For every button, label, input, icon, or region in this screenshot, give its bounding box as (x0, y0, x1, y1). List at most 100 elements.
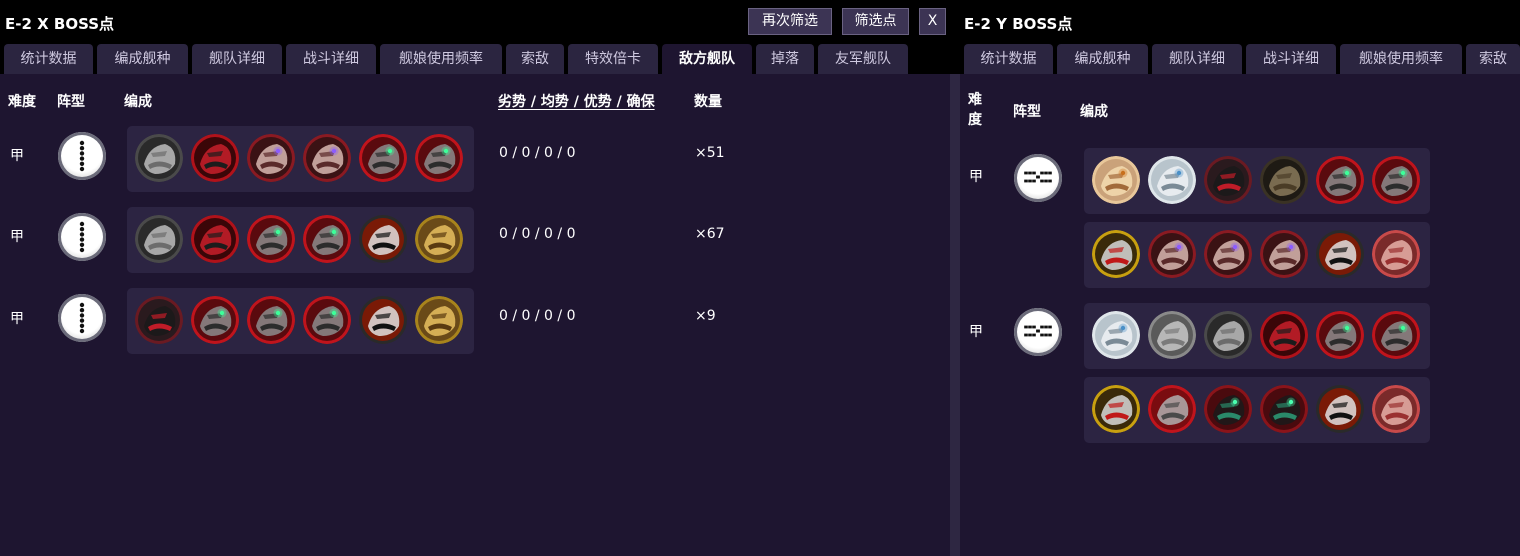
abyssal-maw-purple-eye-icon[interactable] (1204, 230, 1252, 278)
abyssal-yellow-black-icon[interactable] (1092, 385, 1140, 433)
count-cell: ×67 (695, 226, 725, 242)
line-ahead-icon (58, 294, 106, 342)
abyssal-red-shard-icon[interactable] (1372, 385, 1420, 433)
tab-stats[interactable]: 统计数据 (4, 44, 93, 74)
abyssal-dark-teal-icon[interactable] (1204, 385, 1252, 433)
ratio-cell: 0 / 0 / 0 / 0 (499, 308, 576, 324)
filter-point-button[interactable]: 筛选点 (842, 8, 909, 35)
tab-friend-fleet[interactable]: 友军舰队 (818, 44, 908, 74)
abyssal-red-green-eye-icon[interactable] (247, 215, 295, 263)
tab-bonus[interactable]: 特效倍卡 (568, 44, 658, 74)
abyssal-maw-purple-eye-icon[interactable] (303, 134, 351, 182)
white-hair-girl-icon[interactable] (1148, 156, 1196, 204)
boss-y-panel: E-2 Y BOSS点 统计数据 编成舰种 舰队详细 战斗详细 舰娘使用频率 索… (960, 0, 1520, 556)
boss-y-titlebar: E-2 Y BOSS点 (960, 0, 1520, 44)
abyssal-red-helmet-icon[interactable] (191, 134, 239, 182)
abyssal-dark-girl-icon[interactable] (1204, 156, 1252, 204)
abyssal-yellow-black-icon[interactable] (1092, 230, 1140, 278)
difficulty-cell: 甲 (10, 148, 24, 164)
tab-stats[interactable]: 统计数据 (964, 44, 1053, 74)
main-fleet-card (1084, 303, 1430, 369)
count-cell: ×51 (695, 145, 725, 161)
tab-usage-rate[interactable]: 舰娘使用频率 (1340, 44, 1462, 74)
abyssal-red-shard-icon[interactable] (1372, 230, 1420, 278)
white-hair-girl-icon[interactable] (1092, 311, 1140, 359)
line-ahead-icon (58, 213, 106, 261)
header-formation: 阵型 (57, 94, 85, 110)
abyssal-gold-claw-icon[interactable] (415, 296, 463, 344)
boss-y-content: 难 度 阵型 编成 甲 甲 (960, 74, 1520, 556)
escort-fleet-card (1084, 377, 1430, 443)
abyssal-black-fire-icon[interactable] (359, 215, 407, 263)
boss-x-panel: E-2 X BOSS点 再次筛选 筛选点 X 统计数据 编成舰种 舰队详细 战斗… (0, 0, 950, 556)
refilter-button[interactable]: 再次筛选 (748, 8, 832, 35)
fleet-card (127, 207, 474, 273)
tab-fleet-detail[interactable]: 舰队详细 (1152, 44, 1242, 74)
abyssal-gray-hood-icon[interactable] (1148, 311, 1196, 359)
abyssal-gray-fist-icon[interactable] (135, 134, 183, 182)
escort-fleet-card (1084, 222, 1430, 288)
header-difficulty: 难 度 (968, 92, 982, 128)
boss-x-tabs: 统计数据 编成舰种 舰队详细 战斗详细 舰娘使用频率 索敌 特效倍卡 敌方舰队 … (0, 44, 950, 74)
boss-x-content: 难度 阵型 编成 劣势 / 均势 / 优势 / 确保 数量 甲 0 / 0 / … (0, 74, 950, 556)
header-composition: 编成 (1080, 104, 1108, 120)
header-formation: 阵型 (1013, 104, 1041, 120)
abyssal-red-green-eye-icon[interactable] (303, 215, 351, 263)
difficulty-cell: 甲 (969, 324, 983, 340)
tab-battle-detail[interactable]: 战斗详细 (1246, 44, 1336, 74)
tab-usage-rate[interactable]: 舰娘使用频率 (380, 44, 502, 74)
abyssal-maw-purple-eye-icon[interactable] (1148, 230, 1196, 278)
difficulty-cell: 甲 (10, 229, 24, 245)
abyssal-red-green-eye-icon[interactable] (1316, 311, 1364, 359)
abyssal-red-helmet-icon[interactable] (1260, 311, 1308, 359)
abyssal-gray-fist-icon[interactable] (1204, 311, 1252, 359)
combined-formation-icon (1014, 308, 1062, 356)
abyssal-black-fire-icon[interactable] (1316, 385, 1364, 433)
header-difficulty: 难度 (8, 94, 36, 110)
abyssal-dark-girl-icon[interactable] (135, 296, 183, 344)
header-count: 数量 (694, 94, 722, 110)
count-cell: ×9 (695, 308, 716, 324)
ratio-cell: 0 / 0 / 0 / 0 (499, 145, 576, 161)
difficulty-cell: 甲 (10, 311, 24, 327)
abyssal-red-green-eye-icon[interactable] (1316, 156, 1364, 204)
tab-enemy-fleet[interactable]: 敌方舰队 (662, 44, 752, 74)
ratio-cell: 0 / 0 / 0 / 0 (499, 226, 576, 242)
main-fleet-card (1084, 148, 1430, 214)
tab-ship-types[interactable]: 编成舰种 (97, 44, 188, 74)
panel-divider (950, 74, 960, 556)
abyssal-red-green-eye-icon[interactable] (359, 134, 407, 182)
abyssal-red-green-eye-icon[interactable] (191, 296, 239, 344)
abyssal-dark-teal-icon[interactable] (1260, 385, 1308, 433)
abyssal-red-green-eye-icon[interactable] (1372, 311, 1420, 359)
abyssal-red-gray-icon[interactable] (1148, 385, 1196, 433)
tab-los[interactable]: 索敌 (1466, 44, 1520, 74)
header-ratio: 劣势 / 均势 / 优势 / 确保 (498, 94, 655, 110)
abyssal-maw-purple-eye-icon[interactable] (1260, 230, 1308, 278)
boss-y-tabs: 统计数据 编成舰种 舰队详细 战斗详细 舰娘使用频率 索敌 (960, 44, 1520, 74)
blonde-girl-icon[interactable] (1092, 156, 1140, 204)
fleet-card (127, 126, 474, 192)
tab-drops[interactable]: 掉落 (756, 44, 814, 74)
abyssal-red-green-eye-icon[interactable] (247, 296, 295, 344)
tab-los[interactable]: 索敌 (506, 44, 564, 74)
close-button[interactable]: X (919, 8, 946, 35)
tab-battle-detail[interactable]: 战斗详细 (286, 44, 376, 74)
abyssal-gray-fist-icon[interactable] (135, 215, 183, 263)
abyssal-red-helmet-icon[interactable] (191, 215, 239, 263)
abyssal-brown-turret-icon[interactable] (1260, 156, 1308, 204)
boss-y-title: E-2 Y BOSS点 (964, 15, 1073, 33)
abyssal-black-fire-icon[interactable] (1316, 230, 1364, 278)
abyssal-black-fire-icon[interactable] (359, 296, 407, 344)
header-composition: 编成 (124, 94, 152, 110)
line-ahead-icon (58, 132, 106, 180)
tab-ship-types[interactable]: 编成舰种 (1057, 44, 1148, 74)
fleet-card (127, 288, 474, 354)
abyssal-red-green-eye-icon[interactable] (303, 296, 351, 344)
boss-x-titlebar: E-2 X BOSS点 再次筛选 筛选点 X (0, 0, 950, 44)
abyssal-red-green-eye-icon[interactable] (415, 134, 463, 182)
abyssal-gold-claw-icon[interactable] (415, 215, 463, 263)
abyssal-maw-purple-eye-icon[interactable] (247, 134, 295, 182)
tab-fleet-detail[interactable]: 舰队详细 (192, 44, 282, 74)
abyssal-red-green-eye-icon[interactable] (1372, 156, 1420, 204)
